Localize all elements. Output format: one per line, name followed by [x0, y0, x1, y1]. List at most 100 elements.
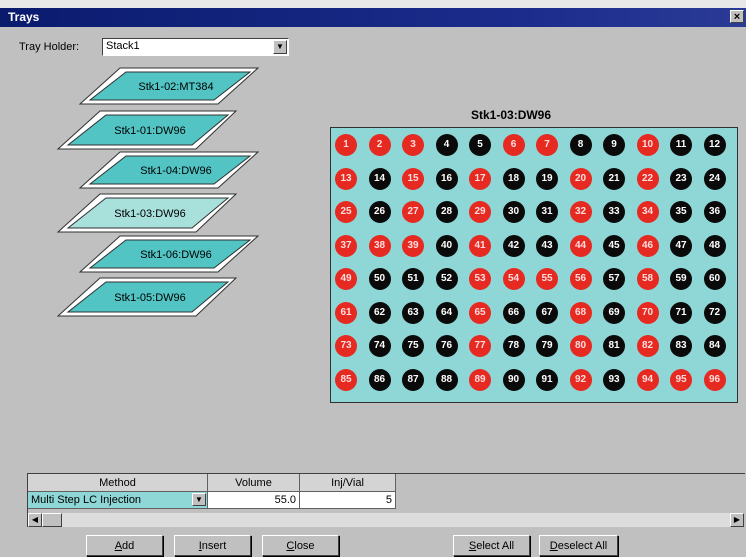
well-27[interactable]: 27	[402, 201, 424, 223]
scroll-left-icon[interactable]: ◀	[28, 513, 42, 527]
well-81[interactable]: 81	[603, 335, 625, 357]
well-28[interactable]: 28	[435, 201, 458, 223]
well-15[interactable]: 15	[402, 167, 424, 190]
well-88[interactable]: 88	[435, 368, 458, 391]
well-10[interactable]: 10	[636, 134, 659, 156]
well-55[interactable]: 55	[536, 268, 558, 290]
well-46[interactable]: 46	[636, 234, 659, 257]
well-41[interactable]: 41	[469, 234, 491, 257]
well-23[interactable]: 23	[670, 167, 692, 190]
well-76[interactable]: 76	[435, 335, 458, 357]
well-9[interactable]: 9	[603, 134, 625, 156]
well-77[interactable]: 77	[469, 335, 491, 357]
well-87[interactable]: 87	[402, 368, 424, 391]
well-2[interactable]: 2	[368, 134, 391, 156]
well-91[interactable]: 91	[536, 368, 558, 391]
well-26[interactable]: 26	[368, 201, 391, 223]
well-92[interactable]: 92	[569, 368, 592, 391]
inj-vial-cell[interactable]: 5	[300, 492, 396, 509]
well-48[interactable]: 48	[703, 234, 726, 257]
well-8[interactable]: 8	[569, 134, 592, 156]
scroll-thumb[interactable]	[42, 513, 62, 527]
well-35[interactable]: 35	[670, 201, 692, 223]
well-34[interactable]: 34	[636, 201, 659, 223]
well-64[interactable]: 64	[435, 301, 458, 324]
well-66[interactable]: 66	[502, 301, 525, 324]
well-60[interactable]: 60	[703, 268, 726, 290]
well-5[interactable]: 5	[469, 134, 491, 156]
well-49[interactable]: 49	[335, 268, 357, 290]
method-cell[interactable]: Multi Step LC Injection ▼	[28, 492, 208, 509]
well-85[interactable]: 85	[335, 368, 357, 391]
well-17[interactable]: 17	[469, 167, 491, 190]
well-84[interactable]: 84	[703, 335, 726, 357]
well-3[interactable]: 3	[402, 134, 424, 156]
close-button[interactable]: Close	[262, 535, 339, 556]
well-62[interactable]: 62	[368, 301, 391, 324]
well-65[interactable]: 65	[469, 301, 491, 324]
well-25[interactable]: 25	[335, 201, 357, 223]
well-71[interactable]: 71	[670, 301, 692, 324]
chevron-down-icon[interactable]: ▼	[192, 493, 206, 506]
well-75[interactable]: 75	[402, 335, 424, 357]
well-1[interactable]: 1	[335, 134, 357, 156]
select-all-button[interactable]: Select All	[453, 535, 530, 556]
well-80[interactable]: 80	[569, 335, 592, 357]
header-inj-vial[interactable]: Inj/Vial	[300, 474, 396, 492]
well-93[interactable]: 93	[603, 368, 625, 391]
well-90[interactable]: 90	[502, 368, 525, 391]
add-button[interactable]: Add	[86, 535, 163, 556]
well-61[interactable]: 61	[335, 301, 357, 324]
well-69[interactable]: 69	[603, 301, 625, 324]
deselect-all-button[interactable]: Deselect All	[539, 535, 618, 556]
well-57[interactable]: 57	[603, 268, 625, 290]
well-50[interactable]: 50	[368, 268, 391, 290]
well-89[interactable]: 89	[469, 368, 491, 391]
header-method[interactable]: Method	[28, 474, 208, 492]
well-14[interactable]: 14	[368, 167, 391, 190]
well-72[interactable]: 72	[703, 301, 726, 324]
well-40[interactable]: 40	[435, 234, 458, 257]
well-31[interactable]: 31	[536, 201, 558, 223]
well-68[interactable]: 68	[569, 301, 592, 324]
horizontal-scrollbar[interactable]: ◀ ▶	[28, 513, 744, 527]
well-18[interactable]: 18	[502, 167, 525, 190]
well-58[interactable]: 58	[636, 268, 659, 290]
well-24[interactable]: 24	[703, 167, 726, 190]
scroll-right-icon[interactable]: ▶	[730, 513, 744, 527]
well-59[interactable]: 59	[670, 268, 692, 290]
well-56[interactable]: 56	[569, 268, 592, 290]
well-95[interactable]: 95	[670, 368, 692, 391]
close-icon[interactable]: ×	[730, 10, 744, 23]
well-42[interactable]: 42	[502, 234, 525, 257]
well-21[interactable]: 21	[603, 167, 625, 190]
well-45[interactable]: 45	[603, 234, 625, 257]
well-86[interactable]: 86	[368, 368, 391, 391]
insert-button[interactable]: Insert	[174, 535, 251, 556]
well-37[interactable]: 37	[335, 234, 357, 257]
well-63[interactable]: 63	[402, 301, 424, 324]
well-83[interactable]: 83	[670, 335, 692, 357]
well-67[interactable]: 67	[536, 301, 558, 324]
header-volume[interactable]: Volume	[208, 474, 300, 492]
well-29[interactable]: 29	[469, 201, 491, 223]
well-78[interactable]: 78	[502, 335, 525, 357]
well-53[interactable]: 53	[469, 268, 491, 290]
well-47[interactable]: 47	[670, 234, 692, 257]
well-82[interactable]: 82	[636, 335, 659, 357]
well-54[interactable]: 54	[502, 268, 525, 290]
well-6[interactable]: 6	[502, 134, 525, 156]
well-39[interactable]: 39	[402, 234, 424, 257]
well-22[interactable]: 22	[636, 167, 659, 190]
well-33[interactable]: 33	[603, 201, 625, 223]
well-12[interactable]: 12	[703, 134, 726, 156]
well-11[interactable]: 11	[670, 134, 692, 156]
well-19[interactable]: 19	[536, 167, 558, 190]
well-20[interactable]: 20	[569, 167, 592, 190]
volume-cell[interactable]: 55.0	[208, 492, 300, 509]
well-7[interactable]: 7	[536, 134, 558, 156]
well-30[interactable]: 30	[502, 201, 525, 223]
well-38[interactable]: 38	[368, 234, 391, 257]
well-74[interactable]: 74	[368, 335, 391, 357]
well-52[interactable]: 52	[435, 268, 458, 290]
